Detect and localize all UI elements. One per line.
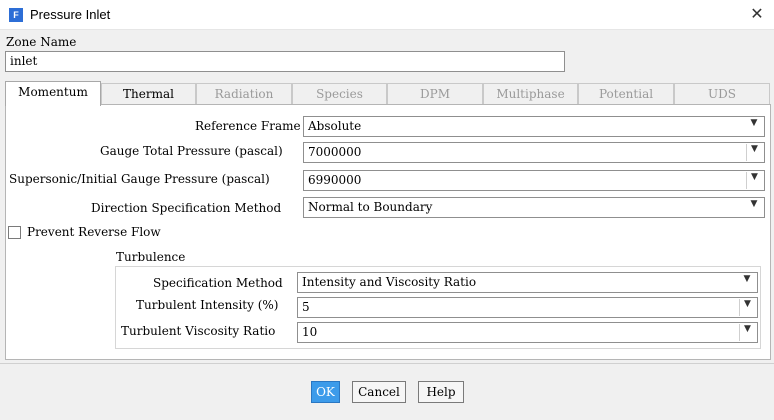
close-icon[interactable]: ✕ [748, 5, 766, 23]
turbulent-intensity-input[interactable]: 5 ▼ [297, 297, 758, 318]
chevron-down-icon: ▼ [743, 274, 751, 284]
chevron-down-icon[interactable]: ▼ [746, 172, 762, 189]
chevron-down-icon[interactable]: ▼ [739, 299, 755, 316]
title-bar: F Pressure Inlet ✕ [0, 0, 774, 30]
reference-frame-value: Absolute [308, 119, 362, 133]
reference-frame-label: Reference Frame [195, 119, 301, 133]
ok-button[interactable]: OK [311, 381, 340, 403]
tab-radiation: Radiation [196, 83, 292, 105]
spec-method-label: Specification Method [153, 276, 283, 290]
zone-name-input[interactable]: inlet [5, 51, 565, 72]
reference-frame-select[interactable]: Absolute ▼ [303, 116, 765, 137]
viscosity-ratio-value: 10 [302, 325, 318, 339]
fluent-app-icon: F [9, 8, 23, 22]
prevent-reverse-flow-label: Prevent Reverse Flow [27, 225, 161, 239]
tab-thermal[interactable]: Thermal [101, 83, 196, 105]
turbulence-group-title: Turbulence [116, 250, 186, 264]
turbulent-intensity-value: 5 [302, 300, 310, 314]
help-button[interactable]: Help [418, 381, 464, 403]
window-title: Pressure Inlet [30, 7, 111, 22]
direction-spec-value: Normal to Boundary [308, 200, 433, 214]
chevron-down-icon[interactable]: ▼ [746, 144, 762, 161]
gauge-total-pressure-input[interactable]: 7000000 ▼ [303, 142, 765, 163]
cancel-button[interactable]: Cancel [352, 381, 406, 403]
viscosity-ratio-input[interactable]: 10 ▼ [297, 322, 758, 343]
supersonic-pressure-label: Supersonic/Initial Gauge Pressure (pasca… [9, 172, 270, 186]
spec-method-select[interactable]: Intensity and Viscosity Ratio ▼ [297, 272, 758, 293]
tab-bar: Momentum Thermal Radiation Species DPM M… [5, 81, 770, 106]
tab-species: Species [292, 83, 387, 105]
turbulent-intensity-label: Turbulent Intensity (%) [136, 298, 279, 312]
spec-method-value: Intensity and Viscosity Ratio [302, 275, 477, 289]
tab-uds: UDS [674, 83, 770, 105]
gauge-total-pressure-label: Gauge Total Pressure (pascal) [100, 144, 283, 158]
chevron-down-icon: ▼ [750, 118, 758, 128]
footer-separator [0, 363, 774, 364]
direction-spec-label: Direction Specification Method [91, 201, 282, 215]
chevron-down-icon[interactable]: ▼ [739, 324, 755, 341]
chevron-down-icon: ▼ [750, 199, 758, 209]
tab-multiphase: Multiphase [483, 83, 578, 105]
tab-momentum[interactable]: Momentum [5, 81, 101, 106]
prevent-reverse-flow-checkbox[interactable] [8, 226, 21, 239]
direction-spec-select[interactable]: Normal to Boundary ▼ [303, 197, 765, 218]
tab-potential: Potential [578, 83, 674, 105]
zone-name-label: Zone Name [6, 35, 77, 49]
supersonic-pressure-value: 6990000 [308, 173, 362, 187]
viscosity-ratio-label: Turbulent Viscosity Ratio [121, 324, 276, 338]
tab-dpm: DPM [387, 83, 483, 105]
supersonic-pressure-input[interactable]: 6990000 ▼ [303, 170, 765, 191]
gauge-total-pressure-value: 7000000 [308, 145, 362, 159]
